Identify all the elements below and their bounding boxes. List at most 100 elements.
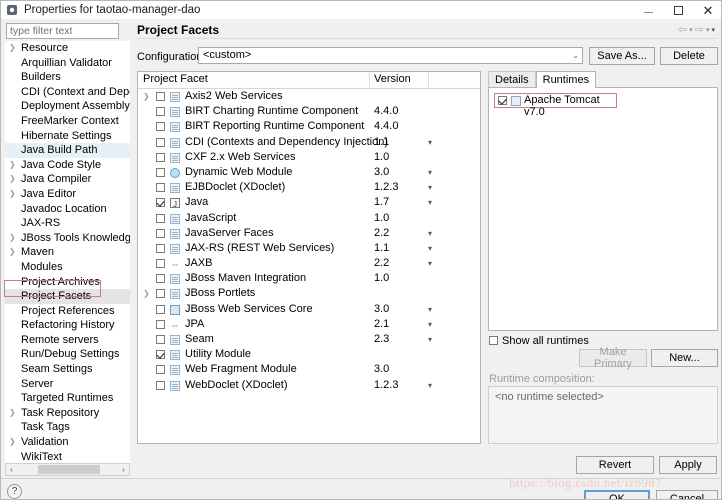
minimize-button[interactable] <box>633 1 663 19</box>
table-row[interactable]: JAX-RS (REST Web Services) 1.1 ▾ <box>138 241 480 256</box>
sidebar-item-wikitext[interactable]: WikiText <box>5 450 130 463</box>
sidebar-item-validation[interactable]: ❯ Validation <box>5 435 130 450</box>
show-all-runtimes-checkbox[interactable]: Show all runtimes <box>489 335 589 347</box>
table-row[interactable]: Java 1.7 ▾ <box>138 195 480 213</box>
table-row[interactable]: EJBDoclet (XDoclet) 1.2.3 ▾ <box>138 180 480 195</box>
tree-horizontal-scrollbar[interactable]: ‹ › <box>5 463 130 476</box>
sidebar-item-modules[interactable]: Modules <box>5 260 130 275</box>
scroll-thumb[interactable] <box>37 465 100 474</box>
table-row[interactable]: Seam 2.3 ▾ <box>138 332 480 347</box>
sidebar-item-task-tags[interactable]: Task Tags <box>5 420 130 435</box>
facet-checkbox[interactable] <box>156 107 165 117</box>
sidebar-item-builders[interactable]: Builders <box>5 70 130 85</box>
table-row[interactable]: WebDoclet (XDoclet) 1.2.3 ▾ <box>138 378 480 393</box>
table-row[interactable]: JBoss Maven Integration 1.0 <box>138 271 480 286</box>
version-chevron-down-icon[interactable]: ▾ <box>428 302 432 317</box>
version-chevron-down-icon[interactable]: ▾ <box>428 195 432 210</box>
facet-checkbox[interactable] <box>156 274 165 284</box>
chevron-right-icon[interactable]: ❯ <box>9 158 18 173</box>
table-row[interactable]: Utility Module <box>138 347 480 362</box>
runtime-checkbox[interactable] <box>498 96 507 105</box>
page-menu-icon[interactable]: ▾ <box>711 26 715 34</box>
project-facets-table[interactable]: Project Facet Version ❯ Axis2 Web Service… <box>137 71 481 444</box>
facet-checkbox[interactable] <box>156 319 165 329</box>
cancel-button[interactable]: Cancel <box>656 490 718 499</box>
facet-checkbox[interactable] <box>156 365 165 375</box>
chevron-right-icon[interactable]: ❯ <box>9 245 18 260</box>
version-chevron-down-icon[interactable]: ▾ <box>428 332 432 347</box>
sidebar-item-project-references[interactable]: Project References <box>5 304 130 319</box>
chevron-down-icon[interactable]: ⌄ <box>572 48 579 63</box>
back-icon[interactable]: ⇦ <box>678 23 687 36</box>
facet-checkbox[interactable] <box>156 92 165 101</box>
forward-icon[interactable]: ⇨ <box>695 23 704 36</box>
facet-checkbox[interactable] <box>156 213 165 223</box>
right-panel-tabs[interactable]: Details Runtimes <box>488 71 597 88</box>
tab-runtimes[interactable]: Runtimes <box>535 71 597 88</box>
chevron-right-icon[interactable]: ❯ <box>9 172 18 187</box>
back-chevron-down-icon[interactable]: ▾ <box>689 26 693 34</box>
sidebar-item-run-debug-settings[interactable]: Run/Debug Settings <box>5 347 130 362</box>
make-primary-button[interactable]: Make Primary <box>579 346 647 370</box>
chevron-right-icon[interactable]: ❯ <box>9 41 18 56</box>
table-row[interactable]: BIRT Reporting Runtime Component 4.4.0 <box>138 119 480 134</box>
sidebar-item-project-archives[interactable]: Project Archives <box>5 275 130 290</box>
sidebar-item-project-facets[interactable]: Project Facets <box>5 289 130 304</box>
facet-checkbox[interactable] <box>156 183 165 193</box>
maximize-button[interactable] <box>663 1 693 19</box>
scroll-left-icon[interactable]: ‹ <box>6 465 17 474</box>
table-row[interactable]: JavaServer Faces 2.2 ▾ <box>138 226 480 241</box>
checkbox-icon[interactable] <box>489 336 498 345</box>
facet-checkbox[interactable] <box>156 289 165 299</box>
tab-details[interactable]: Details <box>488 71 536 88</box>
facet-checkbox[interactable] <box>156 137 165 147</box>
sidebar-item-resource[interactable]: ❯ Resource <box>5 41 130 56</box>
chevron-right-icon[interactable]: ❯ <box>143 286 152 301</box>
table-row[interactable]: ⇔ JPA 2.1 ▾ <box>138 317 480 332</box>
delete-button[interactable]: Delete <box>660 47 718 65</box>
configuration-select[interactable]: <custom> ⌄ <box>198 47 583 64</box>
chevron-right-icon[interactable]: ❯ <box>9 406 18 421</box>
table-row[interactable]: ⇔ JAXB 2.2 ▾ <box>138 256 480 271</box>
close-icon[interactable]: ✕ <box>693 1 721 19</box>
sidebar-item-jboss-tools-knowledge[interactable]: ❯ JBoss Tools Knowledge <box>5 231 130 246</box>
sidebar-item-remote-servers[interactable]: Remote servers <box>5 333 130 348</box>
apply-button[interactable]: Apply <box>659 456 717 474</box>
sidebar-item-arquillian-validator[interactable]: Arquillian Validator <box>5 56 130 71</box>
scroll-right-icon[interactable]: › <box>118 465 129 474</box>
table-row[interactable]: JBoss Web Services Core 3.0 ▾ <box>138 302 480 317</box>
version-chevron-down-icon[interactable]: ▾ <box>428 378 432 393</box>
facet-checkbox[interactable] <box>156 228 165 238</box>
facet-checkbox[interactable] <box>156 122 165 132</box>
sidebar-item-freemarker-context[interactable]: FreeMarker Context <box>5 114 130 129</box>
facet-checkbox[interactable] <box>156 259 165 269</box>
sidebar-item-task-repository[interactable]: ❯ Task Repository <box>5 406 130 421</box>
chevron-right-icon[interactable]: ❯ <box>143 89 152 104</box>
facet-checkbox[interactable] <box>156 152 165 162</box>
save-as-button[interactable]: Save As... <box>589 47 655 65</box>
new-runtime-button[interactable]: New... <box>651 349 718 367</box>
chevron-right-icon[interactable]: ❯ <box>9 435 18 450</box>
chevron-right-icon[interactable]: ❯ <box>9 231 18 246</box>
facet-checkbox[interactable] <box>156 167 165 177</box>
table-row[interactable]: Web Fragment Module 3.0 <box>138 362 480 377</box>
facet-checkbox[interactable] <box>156 335 165 344</box>
table-row[interactable]: JavaScript 1.0 <box>138 211 480 226</box>
version-chevron-down-icon[interactable]: ▾ <box>428 165 432 180</box>
sidebar-item-server[interactable]: Server <box>5 377 130 392</box>
sidebar-item-java-compiler[interactable]: ❯ Java Compiler <box>5 172 130 187</box>
facet-checkbox[interactable] <box>156 304 165 314</box>
sidebar-item-targeted-runtimes[interactable]: Targeted Runtimes <box>5 391 130 406</box>
sidebar-item-cdi-context-and-depen[interactable]: CDI (Context and Depen <box>5 85 130 100</box>
version-chevron-down-icon[interactable]: ▾ <box>428 317 432 332</box>
version-chevron-down-icon[interactable]: ▾ <box>428 256 432 271</box>
table-row[interactable]: CDI (Contexts and Dependency Injection) 1… <box>138 135 480 150</box>
sidebar-item-refactoring-history[interactable]: Refactoring History <box>5 318 130 333</box>
chevron-right-icon[interactable]: ❯ <box>9 187 18 202</box>
runtimes-list[interactable]: Apache Tomcat v7.0 <box>488 87 718 331</box>
forward-chevron-down-icon[interactable]: ▾ <box>706 26 710 34</box>
facet-checkbox[interactable] <box>156 243 165 253</box>
version-chevron-down-icon[interactable]: ▾ <box>428 241 432 256</box>
revert-button[interactable]: Revert <box>576 456 654 474</box>
table-row[interactable]: Dynamic Web Module 3.0 ▾ <box>138 165 480 180</box>
